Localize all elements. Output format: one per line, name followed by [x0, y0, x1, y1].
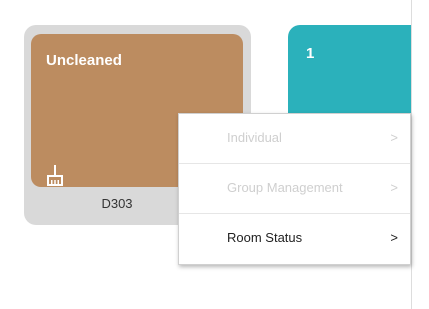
submenu-arrow-icon: >	[389, 180, 398, 195]
room-status-label: Uncleaned	[46, 52, 122, 69]
room-card-count: 1	[306, 45, 315, 62]
menu-item-individual[interactable]: Individual >	[179, 114, 410, 164]
submenu-arrow-icon: >	[389, 130, 398, 145]
room-status-page: Uncleaned D303 1 Individual > Group Mana…	[0, 0, 429, 309]
context-menu: Individual > Group Management > Room Sta…	[178, 113, 411, 265]
menu-item-label: Individual	[227, 130, 282, 145]
broom-icon	[47, 165, 63, 186]
panel-divider	[411, 0, 412, 309]
submenu-arrow-icon: >	[389, 230, 398, 245]
menu-item-group-management[interactable]: Group Management >	[179, 164, 410, 214]
menu-item-label: Group Management	[227, 180, 343, 195]
menu-item-room-status[interactable]: Room Status >	[179, 214, 410, 264]
menu-item-label: Room Status	[227, 230, 303, 245]
